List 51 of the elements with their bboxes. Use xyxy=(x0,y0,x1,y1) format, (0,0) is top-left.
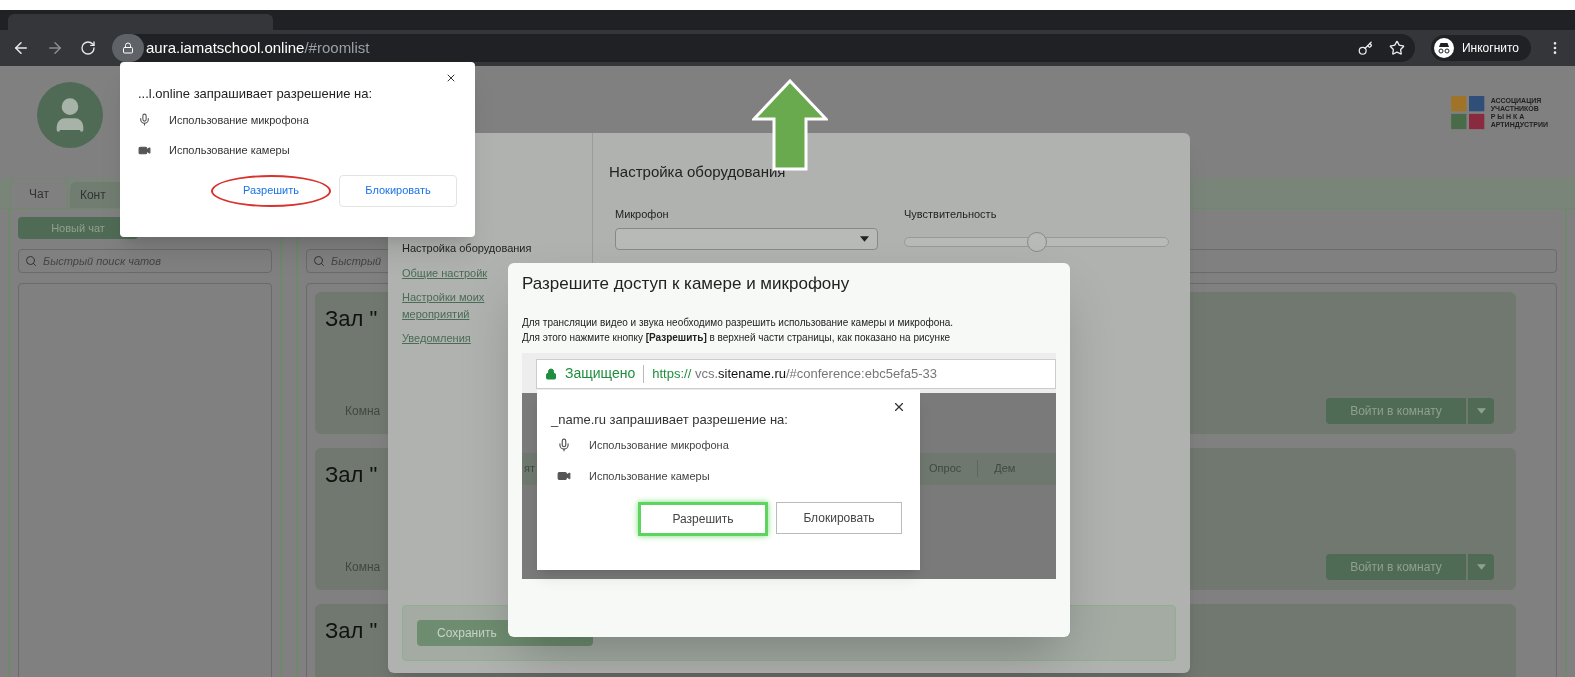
reload-icon[interactable] xyxy=(80,40,96,56)
key-icon[interactable] xyxy=(1357,40,1373,56)
enter-room-button[interactable]: Войти в комнату xyxy=(1326,554,1466,580)
room-title: Зал " xyxy=(325,461,378,489)
popup-title: ...l.online запрашивает разрешение на: xyxy=(138,85,373,103)
url-text: https:// vcs.sitename.ru/#conference:ebc5efa5-33 xyxy=(652,364,937,383)
address-bar[interactable]: aura.iamatschool.online/#roomlist xyxy=(112,34,1415,62)
permission-item: Использование микрофона xyxy=(589,438,729,453)
search-icon xyxy=(313,255,325,267)
sensitivity-label: Чувствительность xyxy=(904,206,998,222)
back-icon[interactable] xyxy=(12,39,30,57)
logo-icon xyxy=(1450,96,1487,130)
popup-button[interactable]: Разрешить xyxy=(211,174,331,207)
microphone-icon xyxy=(138,113,151,127)
lock-icon xyxy=(122,42,134,54)
prompt-button[interactable]: Разрешить xyxy=(638,502,768,536)
url-text: aura.iamatschool.online/#roomlist xyxy=(146,37,370,58)
settings-nav-link[interactable]: Настройки моих мероприятий xyxy=(402,289,498,322)
caret-icon xyxy=(1476,564,1486,570)
settings-nav-link[interactable]: Уведомления xyxy=(402,330,471,347)
dialog-title: Разрешите доступ к камере и микрофону xyxy=(522,273,851,295)
caret-icon xyxy=(860,236,869,242)
room-title: Зал " xyxy=(325,305,378,333)
star-icon[interactable] xyxy=(1388,40,1405,56)
enter-room-button[interactable]: Войти в комнату xyxy=(1326,398,1466,424)
caret-icon xyxy=(1476,408,1486,414)
dialog-text: Для этого нажмите кнопку [Разрешить] в верхней части страницы, как показано на рисунке xyxy=(522,330,952,345)
permission-item: Использование камеры xyxy=(589,468,710,484)
permission-item: Использование камеры xyxy=(169,143,290,158)
settings-nav-link[interactable]: Настройка оборудования xyxy=(402,240,532,257)
microphone-icon xyxy=(557,438,571,453)
prompt-title: _name.ru запрашивает разрешение на: xyxy=(551,410,788,429)
lock-icon xyxy=(545,367,557,380)
popup-button[interactable]: Блокировать xyxy=(339,174,457,207)
settings-nav-link[interactable]: Общие настройк xyxy=(402,264,488,281)
room-title: Зал " xyxy=(325,617,378,645)
close-icon[interactable] xyxy=(445,72,457,84)
slider-thumb[interactable] xyxy=(1026,232,1047,252)
search-field[interactable]: Быстрый поиск чатов xyxy=(18,249,272,273)
tab[interactable]: Чат xyxy=(10,178,68,208)
prompt-button[interactable]: Блокировать xyxy=(776,502,902,534)
sensitivity-slider[interactable] xyxy=(904,232,1169,252)
dialog-text: Для трансляции видео и звука необходимо разрешить использование камеры и микрофона. xyxy=(522,315,955,330)
secure-label: Защищено xyxy=(565,364,636,383)
microphone-label: Микрофон xyxy=(615,206,670,222)
permission-item: Использование микрофона xyxy=(169,112,309,128)
profile-button[interactable]: Инкогнито xyxy=(1430,35,1531,61)
incognito-icon xyxy=(1433,38,1454,58)
search-icon xyxy=(25,255,37,267)
forward-icon[interactable] xyxy=(46,39,64,57)
settings-heading: Настройка оборудования xyxy=(609,162,787,182)
